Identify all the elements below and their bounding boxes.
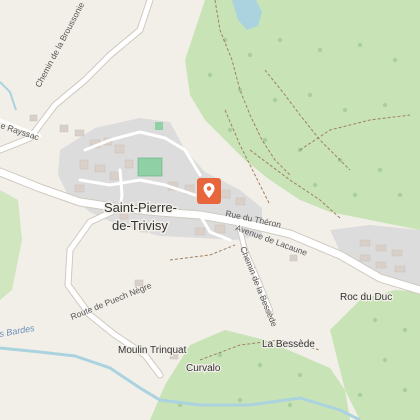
label-curvalo: Curvalo (186, 363, 221, 374)
sports-field (137, 157, 163, 177)
label-roc-du-duc: Roc du Duc (340, 292, 392, 303)
label-moulin-trinquat: Moulin Trinquat (118, 345, 187, 356)
town-label-line2: de-Trivisy (112, 218, 168, 233)
park-square (155, 122, 163, 130)
label-la-bessede: La Bessède (262, 339, 315, 350)
location-marker[interactable] (197, 178, 221, 204)
map-canvas[interactable]: Chemin de la Broussonie e Rayssac Rue du… (0, 0, 420, 420)
map-view[interactable]: Chemin de la Broussonie e Rayssac Rue du… (0, 0, 420, 420)
town-label-line1: Saint-Pierre- (104, 200, 177, 215)
